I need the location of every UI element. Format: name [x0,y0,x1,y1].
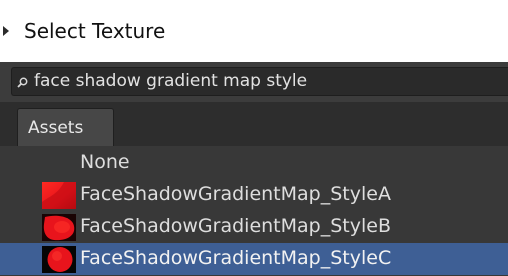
texture-thumbnail-icon [42,182,76,209]
tab-bar: Assets [0,102,508,146]
list-item-label: None [80,151,130,173]
asset-list: None FaceShadowGradientMap_StyleA FaceSh… [0,146,508,276]
search-field[interactable] [11,67,508,96]
tab-assets-label: Assets [28,118,84,138]
list-item[interactable]: FaceShadowGradientMap_StyleA [0,179,508,211]
list-item-selected[interactable]: FaceShadowGradientMap_StyleC [0,243,508,275]
list-item[interactable]: FaceShadowGradientMap_StyleB [0,211,508,243]
search-icon [17,77,28,88]
search-input[interactable] [34,68,504,95]
texture-thumbnail-icon [42,214,76,241]
list-item-label: FaceShadowGradientMap_StyleB [80,215,391,237]
texture-thumbnail-icon [42,246,76,273]
list-item-label: FaceShadowGradientMap_StyleC [80,247,392,269]
window-title: Select Texture [24,19,166,43]
window-titlebar: Select Texture [0,0,508,62]
list-item-none[interactable]: None [0,147,508,179]
tab-assets[interactable]: Assets [17,108,114,146]
search-bar [0,62,508,102]
list-item-label: FaceShadowGradientMap_StyleA [80,183,391,205]
caret-right-icon [3,26,9,36]
